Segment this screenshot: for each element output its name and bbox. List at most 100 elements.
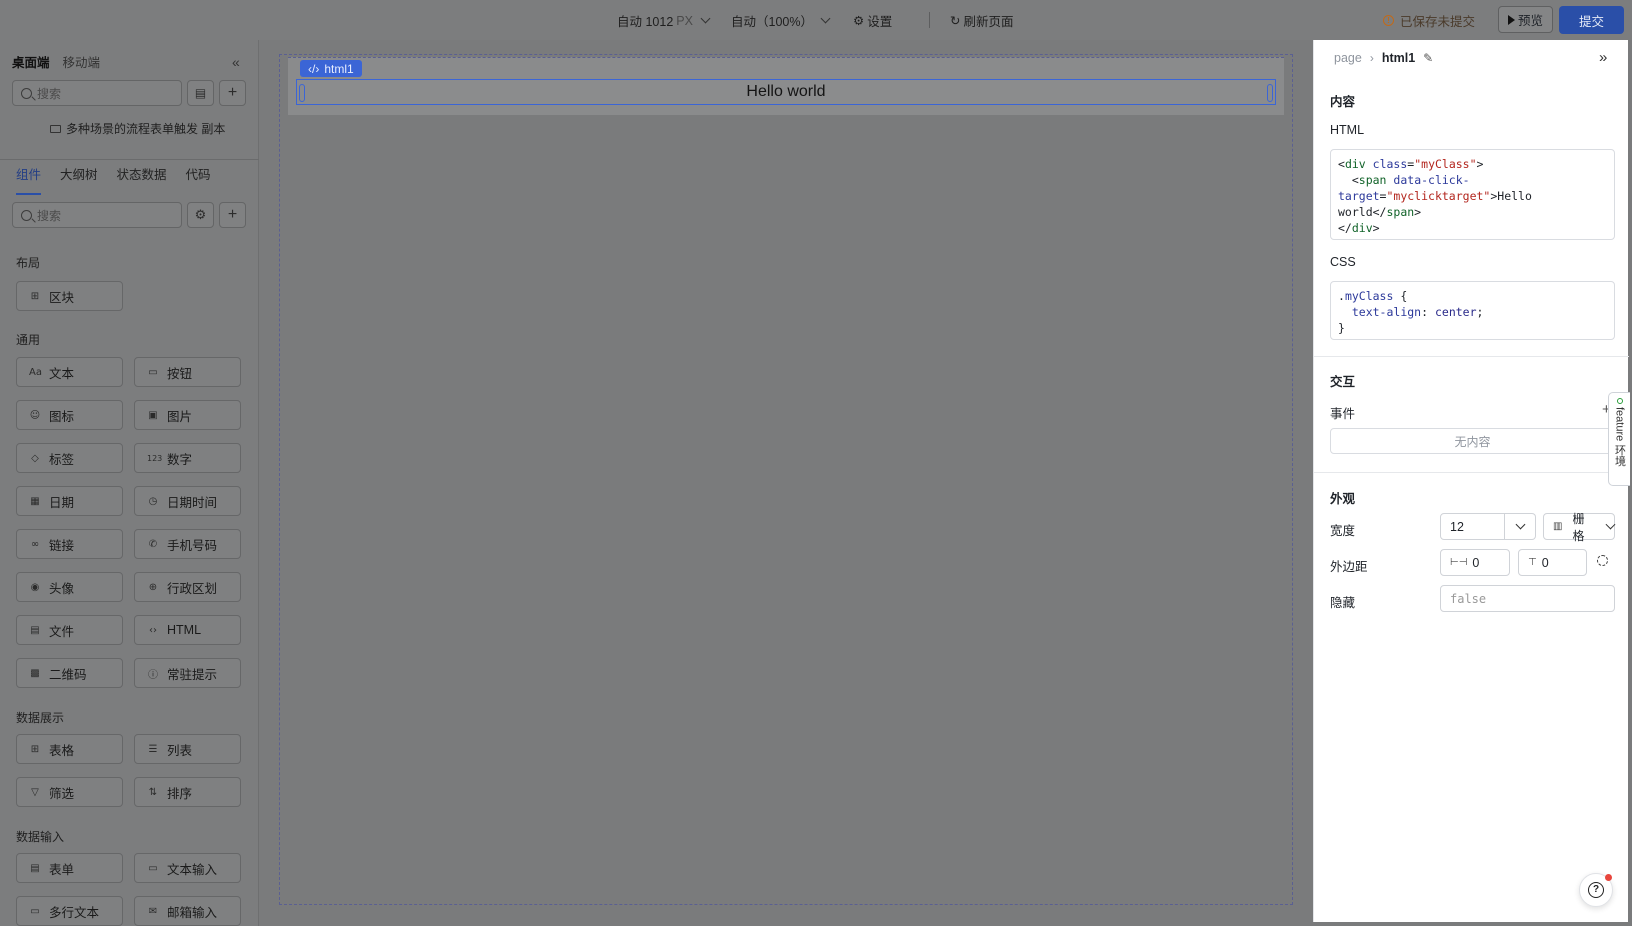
component-label: 图片 — [167, 409, 193, 424]
question-icon: ? — [1588, 882, 1604, 898]
input-icon: ▭ — [148, 862, 158, 874]
margin-horizontal-input[interactable]: ⊢⊣ 0 — [1440, 549, 1510, 576]
component-datetime[interactable]: ◷ 日期时间 — [134, 486, 241, 516]
component-text-input[interactable]: ▭ 文本输入 — [134, 853, 241, 883]
component-filter[interactable]: ▽ 筛选 — [16, 777, 123, 807]
collapse-panel-icon[interactable]: « — [232, 54, 240, 70]
add-page-button[interactable]: + — [219, 80, 246, 106]
component-settings-button[interactable]: ⚙ — [187, 202, 214, 228]
component-sort[interactable]: ⇅ 排序 — [134, 777, 241, 807]
component-email-input[interactable]: ✉ 邮箱输入 — [134, 896, 241, 926]
chevron-down-icon — [1515, 519, 1525, 530]
settings-button[interactable]: ⚙ 设置 — [853, 11, 892, 30]
grid-mode-select[interactable]: ▥ 栅格 — [1543, 512, 1616, 543]
zoom-value: 自动（100%） — [731, 15, 813, 29]
page-search-input[interactable]: 搜索 — [12, 80, 182, 106]
component-number[interactable]: 123 数字 — [134, 443, 241, 473]
breadcrumb-page[interactable]: page — [1334, 51, 1362, 65]
component-date[interactable]: ▦ 日期 — [16, 486, 123, 516]
component-form[interactable]: ▤ 表单 — [16, 853, 123, 883]
component-region[interactable]: ⊕ 行政区划 — [134, 572, 241, 602]
component-text[interactable]: Aa 文本 — [16, 357, 123, 387]
component-tag-label: html1 — [324, 61, 354, 76]
width-input[interactable]: 12 — [1440, 513, 1505, 540]
component-qrcode[interactable]: ▩ 二维码 — [16, 658, 123, 688]
add-component-button[interactable]: + — [219, 202, 246, 228]
component-label: 区块 — [49, 290, 75, 305]
selected-component-tag[interactable]: ‹/› html1 — [300, 60, 362, 77]
margin-link-icon[interactable] — [1597, 555, 1608, 566]
component-table[interactable]: ⊞ 表格 — [16, 734, 123, 764]
component-avatar[interactable]: ◉ 头像 — [16, 572, 123, 602]
events-empty-label: 无内容 — [1454, 434, 1491, 449]
component-label: 链接 — [49, 538, 75, 553]
component-textarea[interactable]: ▭ 多行文本 — [16, 896, 123, 926]
vertical-spacing-icon: ⊤ — [1528, 557, 1537, 568]
gear-icon: ⚙ — [853, 14, 865, 28]
save-status: ! 已保存未提交 — [1383, 11, 1475, 30]
avatar-icon: ◉ — [30, 581, 40, 593]
tab-components[interactable]: 组件 — [16, 164, 42, 195]
component-phone[interactable]: ✆ 手机号码 — [134, 529, 241, 559]
component-label: 列表 — [167, 743, 193, 758]
component-file[interactable]: ▤ 文件 — [16, 615, 123, 645]
component-icon[interactable]: ☺ 图标 — [16, 400, 123, 430]
component-list[interactable]: ☰ 列表 — [134, 734, 241, 764]
feature-environment-tab[interactable]: feature 环境 — [1608, 392, 1630, 486]
component-button[interactable]: ▭ 按钮 — [134, 357, 241, 387]
canvas-width-unit: PX — [676, 13, 693, 28]
collapse-panel-icon[interactable]: » — [1599, 49, 1607, 66]
grid-label: 栅格 — [1572, 511, 1585, 543]
margin-vertical-input[interactable]: ⊤ 0 — [1518, 549, 1587, 576]
width-dropdown[interactable] — [1505, 513, 1536, 540]
gear-icon: ⚙ — [194, 207, 207, 222]
layout-icon: ▤ — [194, 86, 207, 100]
component-html[interactable]: ‹› HTML — [134, 615, 241, 645]
section-title-general: 通用 — [16, 333, 41, 347]
resize-handle-left[interactable] — [299, 84, 305, 102]
tab-state-data[interactable]: 状态数据 — [117, 164, 167, 195]
hidden-input[interactable]: false — [1440, 585, 1615, 612]
width-label: 宽度 — [1330, 524, 1356, 538]
component-image[interactable]: ▣ 图片 — [134, 400, 241, 430]
scene-item[interactable]: 多种场景的流程表单触发 副本 — [50, 120, 225, 137]
html-code-editor[interactable]: <div class="myClass"> <span data-click- … — [1330, 149, 1615, 240]
tab-outline-tree[interactable]: 大纲树 — [60, 164, 98, 195]
component-link[interactable]: ∞ 链接 — [16, 529, 123, 559]
refresh-page-button[interactable]: ↻ 刷新页面 — [950, 11, 1014, 30]
notification-dot — [1605, 874, 1612, 881]
page-manage-button[interactable]: ▤ — [187, 80, 214, 106]
save-status-label: 已保存未提交 — [1400, 15, 1476, 29]
submit-button[interactable]: 提交 — [1559, 6, 1624, 34]
button-icon: ▭ — [148, 366, 158, 378]
component-search-input[interactable]: 搜索 — [12, 202, 182, 228]
horizontal-spacing-icon: ⊢⊣ — [1450, 557, 1468, 568]
component-block[interactable]: ⊞ 区块 — [16, 281, 123, 311]
events-label: 事件 — [1330, 407, 1356, 421]
chevron-right-icon: › — [1369, 51, 1374, 65]
tab-code[interactable]: 代码 — [186, 164, 211, 195]
margin-vertical-value: 0 — [1541, 555, 1549, 570]
component-tag[interactable]: ◇ 标签 — [16, 443, 123, 473]
code-icon: ‹/› — [308, 61, 320, 76]
tab-desktop[interactable]: 桌面端 — [12, 52, 50, 71]
canvas-width-select[interactable]: 自动 1012 PX — [617, 11, 711, 30]
calendar-icon: ▦ — [30, 495, 40, 507]
preview-button[interactable]: 预览 — [1498, 6, 1553, 33]
status-dot-icon — [1616, 398, 1623, 404]
appearance-section-title: 外观 — [1330, 492, 1356, 506]
grid-icon: ⊞ — [30, 290, 40, 302]
component-label: 多行文本 — [49, 905, 100, 920]
resize-handle-right[interactable] — [1267, 84, 1273, 102]
zoom-select[interactable]: 自动（100%） — [731, 11, 831, 30]
link-icon: ∞ — [30, 538, 40, 550]
component-label: 文本 — [49, 366, 75, 381]
css-code-editor[interactable]: .myClass { text-align: center; } — [1330, 281, 1615, 340]
tab-mobile[interactable]: 移动端 — [63, 52, 101, 71]
html-component[interactable]: Hello world — [296, 79, 1276, 105]
edit-icon[interactable]: ✎ — [1423, 51, 1433, 65]
globe-icon: ⊕ — [148, 581, 158, 593]
component-notice[interactable]: ⓘ 常驻提示 — [134, 658, 241, 688]
monitor-icon — [50, 124, 61, 133]
help-button[interactable]: ? — [1579, 873, 1613, 907]
